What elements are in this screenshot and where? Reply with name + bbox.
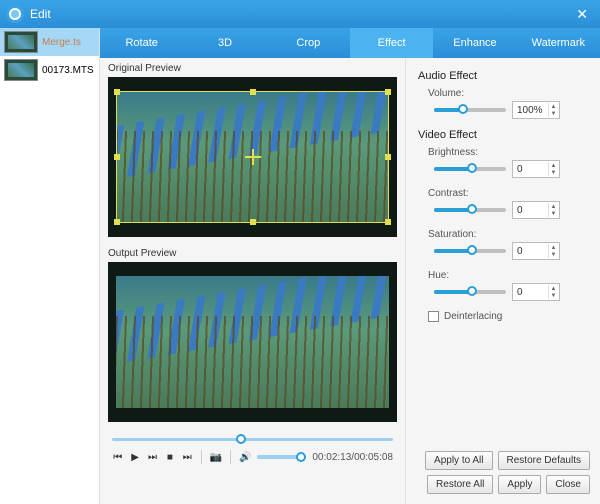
spin-up-icon[interactable]: ▲	[548, 244, 558, 251]
audio-effect-heading: Audio Effect	[418, 70, 588, 82]
slider-thumb[interactable]	[467, 204, 477, 214]
app-icon	[6, 5, 24, 23]
window-title: Edit	[30, 7, 51, 21]
file-sidebar: Merge.ts 00173.MTS	[0, 28, 100, 504]
play-button[interactable]: ▶	[129, 450, 140, 464]
restore-defaults-button[interactable]: Restore Defaults	[498, 451, 590, 470]
crop-handle[interactable]	[114, 154, 120, 160]
deinterlacing-checkbox[interactable]	[428, 311, 439, 322]
tab-enhance[interactable]: Enhance	[433, 28, 516, 58]
snapshot-button[interactable]: 📷	[210, 450, 222, 464]
tab-effect[interactable]: Effect	[350, 28, 433, 58]
saturation-label: Saturation:	[428, 229, 588, 240]
hue-slider[interactable]	[434, 290, 506, 294]
video-effect-heading: Video Effect	[418, 129, 588, 141]
volume-label: Volume:	[428, 88, 588, 99]
sidebar-item-label: Merge.ts	[42, 37, 81, 48]
spin-down-icon[interactable]: ▼	[548, 251, 558, 258]
crop-rectangle[interactable]	[116, 91, 389, 223]
output-preview-label: Output Preview	[100, 243, 405, 262]
slider-thumb[interactable]	[458, 104, 468, 114]
crop-handle[interactable]	[385, 89, 391, 95]
close-button[interactable]: Close	[546, 475, 590, 494]
sidebar-item-00173[interactable]: 00173.MTS	[0, 56, 99, 84]
slider-thumb[interactable]	[467, 286, 477, 296]
tab-bar: Rotate 3D Crop Effect Enhance Watermark	[100, 28, 600, 58]
timeline-slider[interactable]	[112, 434, 393, 444]
crop-handle[interactable]	[250, 89, 256, 95]
slider-thumb[interactable]	[296, 452, 306, 462]
end-button[interactable]: ⏭	[182, 450, 193, 464]
spin-down-icon[interactable]: ▼	[548, 169, 558, 176]
tab-3d[interactable]: 3D	[183, 28, 266, 58]
saturation-slider[interactable]	[434, 249, 506, 253]
spin-up-icon[interactable]: ▲	[548, 285, 558, 292]
sidebar-item-label: 00173.MTS	[42, 65, 94, 76]
brightness-spinner[interactable]: 0▲▼	[512, 160, 560, 178]
deinterlacing-label: Deinterlacing	[444, 311, 502, 322]
spin-up-icon[interactable]: ▲	[548, 203, 558, 210]
playback-volume-slider[interactable]	[257, 455, 306, 459]
crosshair-icon	[245, 149, 261, 165]
timecode: 00:02:13/00:05:08	[312, 452, 393, 463]
contrast-spinner[interactable]: 0▲▼	[512, 201, 560, 219]
tab-crop[interactable]: Crop	[267, 28, 350, 58]
spin-down-icon[interactable]: ▼	[548, 110, 558, 117]
apply-to-all-button[interactable]: Apply to All	[425, 451, 492, 470]
tab-watermark[interactable]: Watermark	[517, 28, 600, 58]
original-preview[interactable]	[108, 77, 397, 237]
apply-button[interactable]: Apply	[498, 475, 541, 494]
effect-panel: Audio Effect Volume: 100% ▲▼ Video Effec…	[405, 58, 600, 504]
titlebar: Edit ✕	[0, 0, 600, 28]
close-icon[interactable]: ✕	[570, 6, 594, 23]
timeline-thumb[interactable]	[236, 434, 246, 444]
tab-rotate[interactable]: Rotate	[100, 28, 183, 58]
volume-slider[interactable]	[434, 108, 506, 112]
stop-button[interactable]: ■	[164, 450, 175, 464]
slider-thumb[interactable]	[467, 245, 477, 255]
next-button[interactable]: ⏭	[147, 450, 158, 464]
spin-down-icon[interactable]: ▼	[548, 210, 558, 217]
thumbnail-icon	[4, 59, 38, 81]
volume-icon[interactable]: 🔊	[239, 450, 251, 464]
original-preview-label: Original Preview	[100, 58, 405, 77]
prev-button[interactable]: ⏮	[112, 450, 123, 464]
contrast-label: Contrast:	[428, 188, 588, 199]
preview-column: Original Preview Output	[100, 58, 405, 504]
output-preview	[108, 262, 397, 422]
spin-up-icon[interactable]: ▲	[548, 162, 558, 169]
thumbnail-icon	[4, 31, 38, 53]
hue-label: Hue:	[428, 270, 588, 281]
sidebar-item-merge[interactable]: Merge.ts	[0, 28, 99, 56]
slider-thumb[interactable]	[467, 163, 477, 173]
contrast-slider[interactable]	[434, 208, 506, 212]
crop-handle[interactable]	[250, 219, 256, 225]
hue-spinner[interactable]: 0▲▼	[512, 283, 560, 301]
saturation-spinner[interactable]: 0▲▼	[512, 242, 560, 260]
crop-handle[interactable]	[385, 219, 391, 225]
volume-spinner[interactable]: 100% ▲▼	[512, 101, 560, 119]
spin-down-icon[interactable]: ▼	[548, 292, 558, 299]
brightness-label: Brightness:	[428, 147, 588, 158]
brightness-slider[interactable]	[434, 167, 506, 171]
spin-up-icon[interactable]: ▲	[548, 103, 558, 110]
playback-controls: ⏮ ▶ ⏭ ■ ⏭ 📷 🔊 00:02:13/00:05:08	[100, 446, 405, 472]
crop-handle[interactable]	[114, 219, 120, 225]
restore-all-button[interactable]: Restore All	[427, 475, 493, 494]
crop-handle[interactable]	[114, 89, 120, 95]
crop-handle[interactable]	[385, 154, 391, 160]
